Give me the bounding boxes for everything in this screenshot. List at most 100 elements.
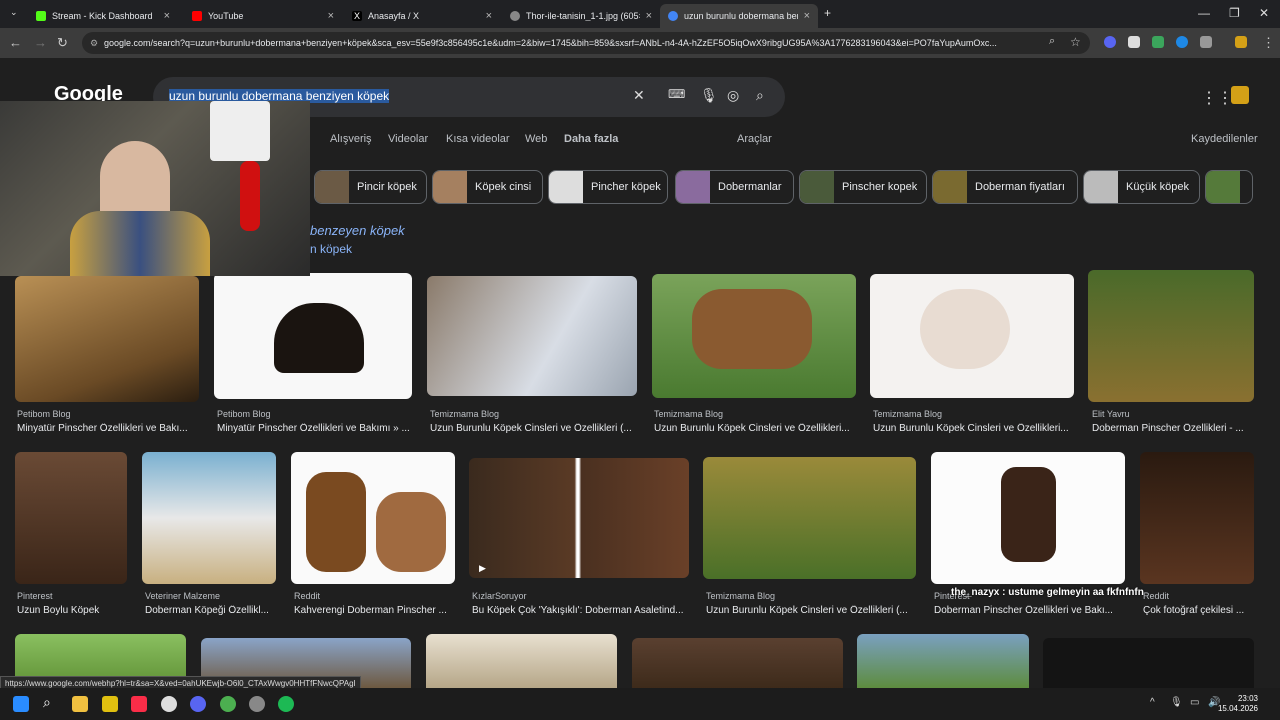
account-avatar[interactable] (1231, 86, 1249, 104)
forward-icon[interactable]: → (34, 35, 47, 50)
result-image[interactable] (870, 274, 1074, 398)
chatgpt-icon[interactable] (161, 696, 177, 712)
result-image[interactable] (857, 634, 1029, 688)
result-image[interactable] (427, 276, 637, 396)
result-image[interactable] (652, 274, 856, 398)
chip-kucuk-kopek[interactable]: Küçük köpek (1083, 170, 1200, 204)
result-image[interactable] (931, 452, 1125, 584)
result-caption[interactable]: Doberman Pinscher Özellikleri ve Bakı... (934, 605, 1124, 616)
filter-web[interactable]: Web (525, 133, 547, 145)
search-icon[interactable]: ⌕ (756, 87, 764, 104)
zoom-icon[interactable]: ⌕ (1049, 35, 1055, 48)
close-icon[interactable]: × (328, 10, 334, 22)
result-image[interactable] (426, 634, 617, 688)
result-source[interactable]: KızlarSoruyor (472, 591, 527, 601)
result-video[interactable]: ▶ (469, 458, 689, 578)
tray-chevron-icon[interactable]: ^ (1150, 697, 1155, 708)
saved-button[interactable]: Kaydedilenler (1191, 133, 1258, 145)
close-icon[interactable]: × (804, 10, 810, 22)
close-icon[interactable]: × (486, 10, 492, 22)
tab-kick[interactable]: Stream - Kick Dashboard × (28, 4, 178, 28)
clear-icon[interactable]: ✕ (633, 87, 645, 104)
app-icon[interactable] (102, 696, 118, 712)
tab-google-search[interactable]: uzun burunlu dobermana benz... × (660, 4, 818, 28)
back-icon[interactable]: ← (9, 35, 22, 50)
result-caption[interactable]: Doberman Köpeği Özellikl... (145, 605, 275, 616)
result-caption[interactable]: Uzun Boylu Köpek (17, 605, 127, 616)
app-icon[interactable] (249, 696, 265, 712)
filter-shopping[interactable]: Alışveriş (330, 133, 372, 145)
result-caption[interactable]: Çok fotoğraf çekilesi ... (1143, 605, 1253, 616)
mic-icon[interactable]: 🎙 (700, 87, 718, 104)
result-caption[interactable]: Doberman Pinscher Özellikleri - ... (1092, 423, 1254, 434)
clock[interactable]: 23:03 15.04.2026 (1218, 694, 1258, 714)
chip-pincher[interactable]: Pincher köpek (548, 170, 668, 204)
close-window-icon[interactable]: ✕ (1259, 6, 1269, 20)
result-source[interactable]: Reddit (294, 591, 320, 601)
address-bar[interactable]: ⚙ google.com/search?q=uzun+burunlu+dober… (82, 32, 1090, 54)
result-image[interactable] (1088, 270, 1254, 402)
chrome-icon[interactable] (220, 696, 236, 712)
result-image[interactable] (1140, 452, 1254, 584)
discord-icon[interactable] (190, 696, 206, 712)
result-caption[interactable]: Kahverengi Doberman Pinscher ... (294, 605, 454, 616)
tab-x[interactable]: X Anasayfa / X × (344, 4, 500, 28)
result-source[interactable]: Temizmama Blog (706, 591, 775, 601)
keyboard-icon[interactable]: ⌨ (668, 87, 685, 101)
result-caption[interactable]: Uzun Burunlu Köpek Cinsleri ve Özellikle… (654, 423, 854, 434)
related-heading[interactable]: benzeyen köpek (310, 223, 405, 238)
extension-icon[interactable] (1104, 36, 1116, 48)
lens-icon[interactable]: ◎ (727, 87, 739, 104)
result-source[interactable]: Petibom Blog (17, 409, 71, 419)
result-caption[interactable]: Uzun Burunlu Köpek Cinsleri ve Özellikle… (873, 423, 1073, 434)
result-caption[interactable]: Bu Köpek Çok 'Yakışıklı': Doberman Asale… (472, 605, 688, 616)
result-image[interactable] (1043, 638, 1254, 688)
profile-avatar[interactable] (1235, 36, 1247, 48)
tab-youtube[interactable]: YouTube × (184, 4, 342, 28)
spotify-icon[interactable] (278, 696, 294, 712)
windows-start-icon[interactable] (13, 696, 29, 712)
result-image[interactable] (15, 452, 127, 584)
site-info-icon[interactable]: ⚙ (90, 32, 98, 54)
result-image[interactable] (632, 638, 843, 688)
extension-icon[interactable] (1152, 36, 1164, 48)
tab-image[interactable]: Thor-ile-tanisin_1-1.jpg (605×6... × (502, 4, 660, 28)
apps-grid-icon[interactable]: ⋮⋮ (1201, 88, 1233, 108)
result-source[interactable]: Temizmama Blog (654, 409, 723, 419)
tab-search-icon[interactable]: ⌄ (10, 7, 18, 18)
music-icon[interactable] (131, 696, 147, 712)
result-image[interactable] (291, 452, 455, 584)
result-caption[interactable]: Uzun Burunlu Köpek Cinsleri ve Özellikle… (430, 423, 636, 434)
result-source[interactable]: Elit Yavru (1092, 409, 1130, 419)
result-source[interactable]: Temizmama Blog (873, 409, 942, 419)
chip-doberman-fiyatlari[interactable]: Doberman fiyatları (932, 170, 1078, 204)
new-tab-icon[interactable]: + (824, 6, 831, 20)
extension-icon[interactable] (1128, 36, 1140, 48)
result-source[interactable]: Temizmama Blog (430, 409, 499, 419)
close-icon[interactable]: × (164, 10, 170, 22)
result-image[interactable] (142, 452, 276, 584)
reload-icon[interactable]: ↻ (57, 35, 68, 51)
mic-tray-icon[interactable]: 🎙 (1170, 697, 1183, 708)
maximize-icon[interactable]: ❐ (1229, 6, 1240, 20)
result-source[interactable]: Veteriner Malzeme (145, 591, 220, 601)
related-subheading[interactable]: n köpek (310, 242, 352, 256)
minimize-icon[interactable]: — (1198, 6, 1210, 20)
result-caption[interactable]: Minyatür Pinscher Özellikleri ve Bakımı … (217, 423, 413, 434)
puzzle-icon[interactable] (1200, 36, 1212, 48)
result-caption[interactable]: Minyatür Pinscher Özellikleri ve Bakı... (17, 423, 197, 434)
result-source[interactable]: Reddit (1143, 591, 1169, 601)
network-icon[interactable]: ▭ (1190, 697, 1199, 708)
bookmark-star-icon[interactable]: ☆ (1070, 35, 1081, 49)
extension-icon[interactable] (1176, 36, 1188, 48)
result-source[interactable]: Pinterest (17, 591, 53, 601)
result-image[interactable] (703, 457, 916, 579)
result-image[interactable] (214, 273, 412, 399)
file-explorer-icon[interactable] (72, 696, 88, 712)
filter-short-videos[interactable]: Kısa videolar (446, 133, 510, 145)
chip-more[interactable] (1205, 170, 1253, 204)
result-caption[interactable]: Uzun Burunlu Köpek Cinsleri ve Özellikle… (706, 605, 916, 616)
filter-videos[interactable]: Videolar (388, 133, 428, 145)
chip-pinscher[interactable]: Pinscher kopek (799, 170, 927, 204)
chip-kopek-cinsi[interactable]: Köpek cinsi (432, 170, 543, 204)
